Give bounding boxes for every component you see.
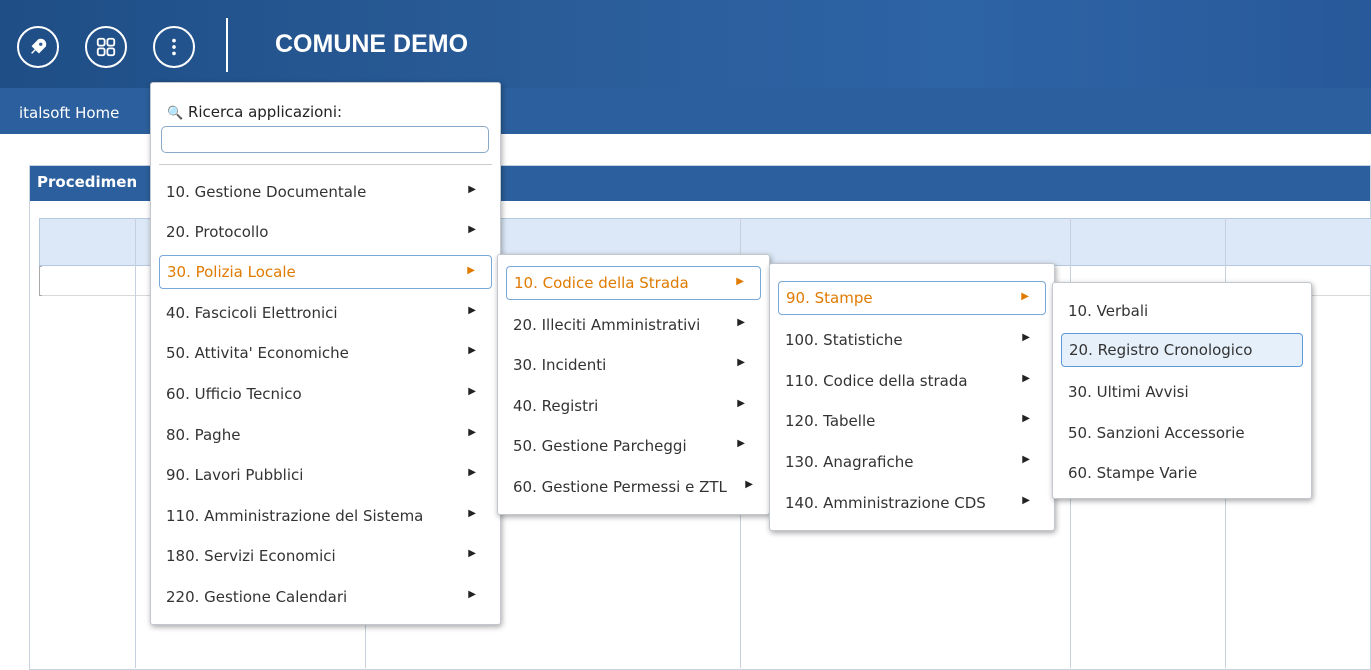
search-label: 🔍 Ricerca applicazioni: [167,103,343,121]
menu-item-gestione-parcheggi[interactable]: 50. Gestione Parcheggi ▶ [506,429,761,463]
submenu-stampe: 10. Verbali 20. Registro Cronologico 30.… [1052,282,1312,499]
submenu-arrow-icon: ▶ [1022,495,1030,506]
submenu-arrow-icon: ▶ [468,427,476,438]
submenu-arrow-icon: ▶ [737,357,745,368]
submenu-arrow-icon: ▶ [1022,454,1030,465]
more-vertical-icon[interactable] [153,26,195,68]
menu-item-lavori-pubblici[interactable]: 90. Lavori Pubblici ▶ [159,458,492,492]
menu-item-amministrazione-sistema[interactable]: 110. Amministrazione del Sistema ▶ [159,499,492,533]
submenu-arrow-icon: ▶ [468,224,476,235]
submenu-arrow-icon: ▶ [1022,373,1030,384]
submenu-arrow-icon: ▶ [468,589,476,600]
menu-item-illeciti-amministrativi[interactable]: 20. Illeciti Amministrativi ▶ [506,308,761,342]
rocket-icon[interactable] [17,26,59,68]
submenu-arrow-icon: ▶ [745,479,753,490]
submenu-arrow-icon: ▶ [737,438,745,449]
submenu-arrow-icon: ▶ [1022,413,1030,424]
submenu-arrow-icon: ▶ [737,398,745,409]
menu-item-protocollo[interactable]: 20. Protocollo ▶ [159,215,492,249]
submenu-arrow-icon: ▶ [1022,332,1030,343]
menu-item-polizia-locale[interactable]: 30. Polizia Locale ▶ [159,255,492,289]
submenu-arrow-icon: ▶ [468,345,476,356]
submenu-codice-della-strada: 90. Stampe ▶ 100. Statistiche ▶ 110. Codic… [769,263,1055,531]
header-divider [226,18,228,72]
menu-item-tabelle[interactable]: 120. Tabelle ▶ [778,404,1046,438]
menu-item-servizi-economici[interactable]: 180. Servizi Economici ▶ [159,539,492,573]
submenu-arrow-icon: ▶ [468,548,476,559]
grid-col-divider [135,218,136,668]
menu-item-gestione-calendari[interactable]: 220. Gestione Calendari ▶ [159,580,492,614]
top-header: COMUNE DEMO [0,0,1371,88]
grid-filter-input[interactable] [39,266,42,296]
menu-item-gestione-permessi-ztl[interactable]: 60. Gestione Permessi e ZTL ▶ [506,470,761,504]
submenu-arrow-icon: ▶ [468,508,476,519]
menu-item-attivita-economiche[interactable]: 50. Attivita' Economiche ▶ [159,336,492,370]
menu-item-codice-della-strada[interactable]: 10. Codice della Strada ▶ [506,266,761,300]
menu-item-statistiche[interactable]: 100. Statistiche ▶ [778,323,1046,357]
menu-item-gestione-documentale[interactable]: 10. Gestione Documentale ▶ [159,175,492,209]
menu-item-codice-strada-sub[interactable]: 110. Codice della strada ▶ [778,364,1046,398]
submenu-arrow-icon: ▶ [737,317,745,328]
menu-item-sanzioni-accessorie[interactable]: 50. Sanzioni Accessorie [1061,416,1303,450]
menu-item-fascicoli-elettronici[interactable]: 40. Fascicoli Elettronici ▶ [159,296,492,330]
search-input[interactable] [161,126,489,153]
menu-item-ufficio-tecnico[interactable]: 60. Ufficio Tecnico ▶ [159,377,492,411]
submenu-arrow-icon: ▶ [1021,291,1029,302]
menu-divider [159,164,492,165]
menu-item-registri[interactable]: 40. Registri ▶ [506,389,761,423]
menu-item-ultimi-avvisi[interactable]: 30. Ultimi Avvisi [1061,375,1303,409]
submenu-arrow-icon: ▶ [468,184,476,195]
submenu-arrow-icon: ▶ [468,467,476,478]
app-menu: 🔍 Ricerca applicazioni: 10. Gestione Doc… [150,82,501,625]
menu-item-registro-cronologico[interactable]: 20. Registro Cronologico [1061,333,1303,367]
home-link[interactable]: italsoft Home [19,104,119,122]
menu-item-incidenti[interactable]: 30. Incidenti ▶ [506,348,761,382]
search-icon: 🔍 [167,106,184,121]
menu-item-amministrazione-cds[interactable]: 140. Amministrazione CDS ▶ [778,486,1046,520]
menu-item-paghe[interactable]: 80. Paghe ▶ [159,418,492,452]
submenu-polizia-locale: 10. Codice della Strada ▶ 20. Illeciti Am… [497,254,770,515]
submenu-arrow-icon: ▶ [467,265,475,276]
menu-item-anagrafiche[interactable]: 130. Anagrafiche ▶ [778,445,1046,479]
apps-grid-icon[interactable] [85,26,127,68]
app-title: COMUNE DEMO [275,30,469,58]
submenu-arrow-icon: ▶ [468,305,476,316]
menu-item-stampe[interactable]: 90. Stampe ▶ [778,281,1046,315]
submenu-arrow-icon: ▶ [468,386,476,397]
menu-item-stampe-varie[interactable]: 60. Stampe Varie [1061,456,1303,490]
menu-item-verbali[interactable]: 10. Verbali [1061,294,1303,328]
submenu-arrow-icon: ▶ [736,276,744,287]
